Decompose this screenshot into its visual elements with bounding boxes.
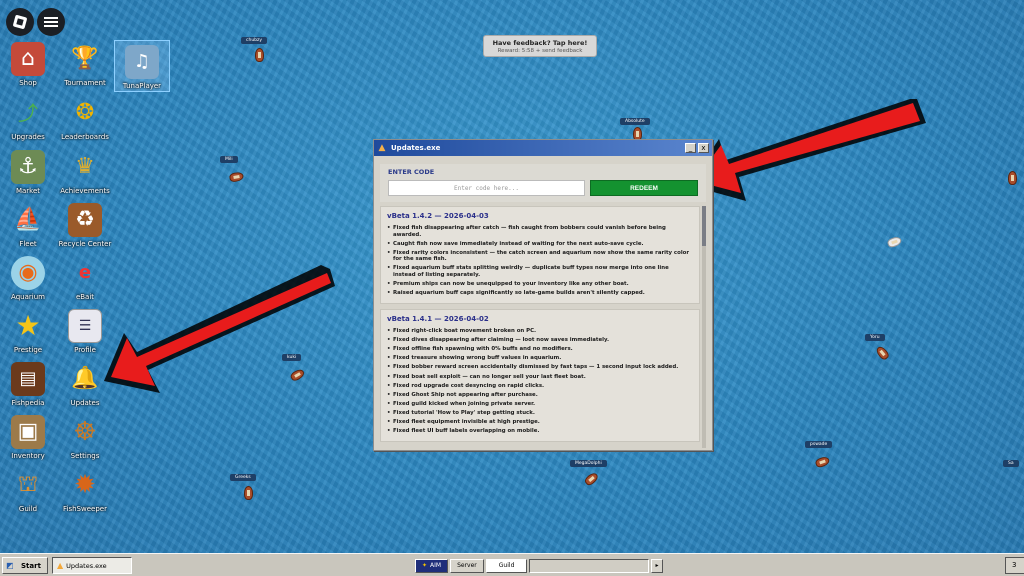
update-note: Premium ships can now be unequipped to y… — [387, 281, 693, 288]
redeem-code-section: ENTER CODE REDEEM — [380, 164, 706, 202]
taskbar-item-updates[interactable]: ▲ Updates.exe — [52, 557, 132, 574]
running-man-icon: ✦ — [422, 562, 428, 569]
tab-aim[interactable]: ✦ AIM — [415, 558, 449, 573]
update-note: Fixed offline fish spawning with 0% buff… — [387, 346, 693, 353]
update-note: Fixed right-click boat movement broken o… — [387, 328, 693, 335]
bell-icon: ▲ — [378, 143, 386, 153]
expand-arrow-icon[interactable]: ▸ — [651, 558, 663, 573]
scrollbar-thumb[interactable] — [702, 206, 706, 246]
tab-aim-label: AIM — [430, 562, 442, 569]
taskbar-spacer — [529, 558, 649, 573]
update-note: Fixed aquarium buff stats splitting weir… — [387, 265, 693, 278]
update-note: Fixed rarity colors inconsistent — the c… — [387, 250, 693, 263]
minimize-button[interactable]: _ — [685, 143, 696, 153]
update-note: Fixed Ghost Ship not appearing after pur… — [387, 392, 693, 399]
bell-icon: ▲ — [57, 561, 64, 570]
code-input[interactable] — [388, 180, 585, 196]
window-titlebar[interactable]: ▲ Updates.exe _ x — [374, 140, 712, 156]
updates-list[interactable]: vBeta 1.4.2 — 2026-04-03 Fixed fish disa… — [380, 206, 706, 448]
update-note: Fixed fish disappearing after catch — fi… — [387, 225, 693, 238]
update-note: Fixed tutorial 'How to Play' step gettin… — [387, 410, 693, 417]
update-card: vBeta 1.4.2 — 2026-04-03 Fixed fish disa… — [380, 206, 700, 305]
tab-guild[interactable]: Guild — [485, 558, 528, 573]
update-note: Fixed treasure showing wrong buff values… — [387, 355, 693, 362]
system-tray[interactable]: 3 — [1005, 557, 1024, 574]
close-button[interactable]: x — [698, 143, 709, 153]
update-note: Fixed guild kicked when joining private … — [387, 401, 693, 408]
update-note: Fixed dives disappearing after claiming … — [387, 337, 693, 344]
windows-logo-icon: ◩ — [6, 561, 14, 570]
update-note: Caught fish now save immediately instead… — [387, 241, 693, 248]
update-note: Fixed fleet UI buff labels overlapping o… — [387, 428, 693, 435]
arrow-to-updates-icon — [104, 265, 335, 393]
update-version: vBeta 1.4.1 — 2026-04-02 — [387, 315, 489, 324]
code-header: ENTER CODE — [388, 168, 435, 176]
window-title: Updates.exe — [391, 144, 441, 152]
update-note: Fixed boat sell exploit — can no longer … — [387, 374, 693, 381]
update-note: Fixed bobber reward screen accidentally … — [387, 364, 693, 371]
update-note: Fixed fleet equipment invisible at high … — [387, 419, 693, 426]
update-note: Fixed rod upgrade cost desyncing on rapi… — [387, 383, 693, 390]
redeem-button[interactable]: REDEEM — [590, 180, 698, 196]
start-button[interactable]: ◩ Start — [2, 557, 48, 574]
arrow-to-redeem-button — [688, 99, 926, 201]
update-card: vBeta 1.4.1 — 2026-04-02 Fixed right-cli… — [380, 309, 700, 443]
start-label: Start — [21, 561, 41, 570]
update-version: vBeta 1.4.2 — 2026-04-03 — [387, 212, 489, 220]
taskbar-item-label: Updates.exe — [66, 561, 107, 570]
taskbar: ◩ Start ▲ Updates.exe ✦ AIM Server Guild… — [0, 553, 1024, 576]
update-note: Raised aquarium buff caps significantly … — [387, 290, 693, 297]
updates-window: ▲ Updates.exe _ x ENTER CODE REDEEM vBet… — [373, 139, 713, 451]
tab-server[interactable]: Server — [450, 558, 484, 573]
taskbar-tabs: ✦ AIM Server Guild ▸ — [415, 557, 663, 574]
